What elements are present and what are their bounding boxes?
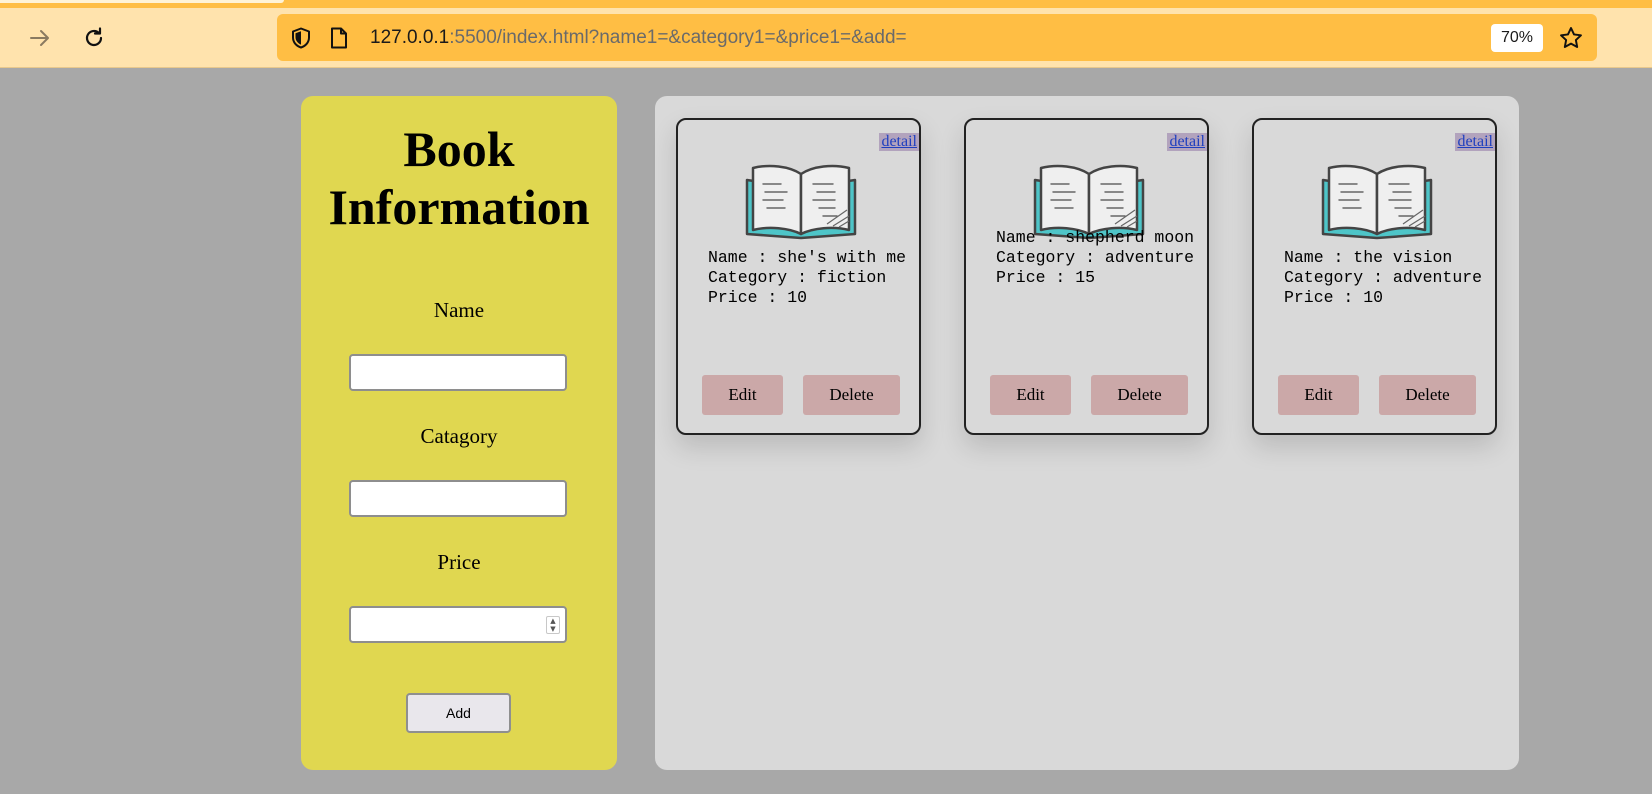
book-price: Price : 15	[996, 268, 1096, 287]
tab-strip	[0, 0, 1652, 8]
detail-link[interactable]: detail	[1167, 133, 1207, 151]
reload-icon	[85, 27, 103, 47]
star-icon[interactable]	[1558, 25, 1584, 51]
detail-link[interactable]: detail	[879, 133, 919, 151]
browser-toolbar: 127.0.0.1:5500/index.html?name1=&categor…	[0, 8, 1652, 68]
book-price: Price : 10	[1284, 288, 1384, 307]
open-book-icon	[1321, 164, 1433, 240]
book-category: Category : fiction	[708, 268, 887, 287]
add-button[interactable]: Add	[406, 693, 511, 733]
title-line-1: Book	[403, 121, 515, 177]
book-price: Price : 10	[708, 288, 808, 307]
book-info: Name : the vision Category : adventure P…	[1284, 248, 1489, 308]
active-tab[interactable]	[0, 0, 284, 3]
edit-button[interactable]: Edit	[1278, 375, 1359, 415]
delete-button[interactable]: Delete	[1091, 375, 1188, 415]
book-name: Name : shepherd moon	[996, 228, 1195, 247]
forward-button[interactable]	[24, 22, 56, 54]
edit-button[interactable]: Edit	[702, 375, 783, 415]
delete-button[interactable]: Delete	[1379, 375, 1476, 415]
book-form-panel: Book Information Name Catagory Price ▲ ▼ …	[301, 96, 617, 770]
book-card: detail Name : the vision Category : adve…	[1252, 118, 1497, 435]
book-name: Name : the vision	[1284, 248, 1453, 267]
price-input[interactable]: ▲ ▼	[349, 606, 567, 643]
name-input[interactable]	[349, 354, 567, 391]
address-bar[interactable]: 127.0.0.1:5500/index.html?name1=&categor…	[277, 14, 1597, 61]
number-spinner[interactable]: ▲ ▼	[546, 616, 560, 634]
zoom-level-badge[interactable]: 70%	[1491, 24, 1543, 52]
url-path: :5500/index.html?name1=&category1=&price…	[449, 27, 907, 48]
url-host: 127.0.0.1	[370, 27, 450, 48]
book-info: Name : shepherd moon Category : adventur…	[996, 228, 1201, 288]
name-label: Name	[433, 298, 485, 322]
book-card: detail Name : shepherd moon Category : a…	[964, 118, 1209, 435]
open-book-icon	[745, 164, 857, 240]
page-icon[interactable]	[327, 26, 351, 50]
detail-link[interactable]: detail	[1455, 133, 1495, 151]
book-category: Category : adventure	[1284, 268, 1483, 287]
edit-button[interactable]: Edit	[990, 375, 1071, 415]
reload-button[interactable]	[78, 22, 110, 54]
delete-button[interactable]: Delete	[803, 375, 900, 415]
url-text[interactable]: 127.0.0.1:5500/index.html?name1=&categor…	[370, 27, 907, 49]
shield-icon[interactable]	[289, 26, 313, 50]
category-input[interactable]	[349, 480, 567, 517]
book-card: detail Name : she's with me Category : f…	[676, 118, 921, 435]
book-cards-panel: detail Name : she's with me Category : f…	[655, 96, 1519, 770]
price-label: Price	[437, 550, 481, 574]
book-category: Category : adventure	[996, 248, 1195, 267]
title-line-2: Information	[328, 179, 590, 235]
category-label: Catagory	[420, 424, 498, 448]
arrow-right-icon	[30, 30, 49, 46]
page-title: Book Information	[301, 120, 617, 236]
book-info: Name : she's with me Category : fiction …	[708, 248, 913, 308]
book-name: Name : she's with me	[708, 248, 907, 267]
